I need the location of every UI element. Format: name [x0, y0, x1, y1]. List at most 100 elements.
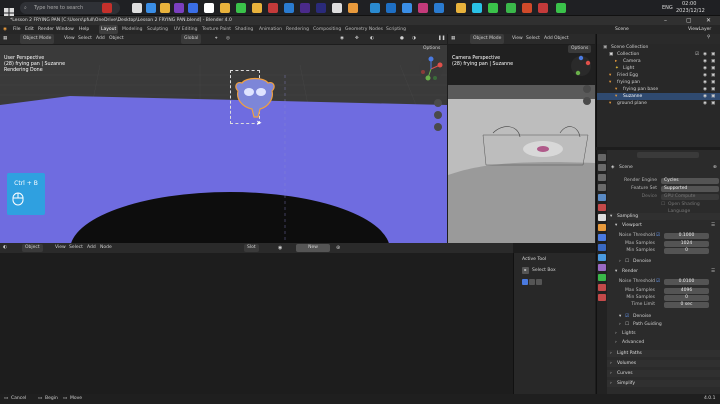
- menu-view[interactable]: View: [512, 34, 523, 44]
- windows-start-icon[interactable]: [4, 3, 14, 18]
- material-tab-icon[interactable]: [598, 284, 606, 291]
- eye-icon[interactable]: ◉: [703, 51, 707, 58]
- navigation-gizmo[interactable]: [570, 55, 592, 77]
- device-dropdown[interactable]: GPU Compute: [661, 193, 719, 200]
- data-tab-icon[interactable]: [598, 274, 606, 281]
- blender-logo-icon[interactable]: ◉: [3, 25, 7, 34]
- taskbar-app-icon[interactable]: [418, 3, 428, 13]
- eye-icon[interactable]: ◉: [703, 100, 707, 107]
- pan-hand-icon[interactable]: [583, 85, 591, 93]
- taskbar-app-icon[interactable]: [102, 3, 112, 13]
- taskbar-app-icon[interactable]: [188, 3, 198, 13]
- overlays-icon[interactable]: ◐: [370, 34, 374, 44]
- maximize-icon[interactable]: ▢: [686, 16, 692, 25]
- curves-section[interactable]: › Curves: [607, 370, 720, 377]
- menu-add[interactable]: Add: [544, 34, 553, 44]
- tool-tab-icon[interactable]: [598, 154, 606, 161]
- outliner-item[interactable]: ▾ frying pan base ◉ ▣: [597, 86, 720, 93]
- camera-view-icon[interactable]: [434, 111, 442, 119]
- vp-noise-threshold-field[interactable]: 0.1000: [664, 232, 709, 239]
- vp-denoise-section[interactable]: › ☐ Denoise: [607, 258, 720, 265]
- editor-type-icon[interactable]: ▦: [451, 34, 455, 44]
- select-mode-extend-icon[interactable]: [529, 279, 535, 285]
- outliner-item[interactable]: ▣ Collection ☑ ◉ ▣: [597, 51, 720, 58]
- simplify-section[interactable]: › Simplify: [607, 380, 720, 387]
- viewport-right[interactable]: Camera Perspective (28) frying pan | Suz…: [448, 45, 595, 243]
- eye-icon[interactable]: ◉: [703, 65, 707, 72]
- tab-rendering[interactable]: Rendering: [284, 25, 311, 34]
- viewport-left[interactable]: User Perspective (28) frying pan | Suzan…: [0, 45, 447, 243]
- render-engine-dropdown[interactable]: Cycles: [661, 177, 719, 184]
- pin-icon[interactable]: ⊛: [713, 164, 717, 171]
- menu-view[interactable]: View: [64, 34, 75, 44]
- tab-texture-paint[interactable]: Texture Paint: [200, 25, 233, 34]
- menu-render[interactable]: Render: [38, 25, 54, 34]
- world-tab-icon[interactable]: [598, 204, 606, 211]
- lights-section[interactable]: › Lights: [607, 330, 720, 337]
- pin-icon[interactable]: ⊛: [336, 243, 340, 253]
- tab-shading[interactable]: Shading: [233, 25, 255, 34]
- taskbar-app-icon[interactable]: [300, 3, 310, 13]
- taskbar-app-icon[interactable]: [332, 3, 342, 13]
- camera-view-icon[interactable]: [583, 97, 591, 105]
- object-mode-dropdown[interactable]: Object Mode: [20, 34, 55, 44]
- volumes-section[interactable]: › Volumes: [607, 360, 720, 367]
- slot-dropdown[interactable]: Slot: [244, 244, 259, 252]
- navigation-gizmo[interactable]: [418, 56, 444, 82]
- eye-icon[interactable]: ◉: [703, 58, 707, 65]
- r-max-samples-field[interactable]: 4096: [664, 287, 709, 294]
- r-noise-threshold-field[interactable]: 0.0100: [664, 278, 709, 285]
- eye-icon[interactable]: ◉: [703, 72, 707, 79]
- render-subsection[interactable]: ▾ Render ☰: [607, 268, 720, 275]
- eye-icon[interactable]: ◉: [703, 86, 707, 93]
- noise-threshold-checkbox[interactable]: ☑: [656, 232, 660, 239]
- r-min-samples-field[interactable]: 0: [664, 294, 709, 301]
- scene-tab-icon[interactable]: [598, 194, 606, 201]
- taskbar-app-icon[interactable]: [488, 3, 498, 13]
- taskbar-app-icon[interactable]: [268, 3, 278, 13]
- menu-add[interactable]: Add: [96, 34, 105, 44]
- menu-edit[interactable]: Edit: [25, 25, 34, 34]
- menu-file[interactable]: File: [13, 25, 21, 34]
- select-mode-new-icon[interactable]: [522, 279, 528, 285]
- taskbar-app-icon[interactable]: [204, 3, 214, 13]
- material-icon[interactable]: ◉: [278, 243, 282, 253]
- menu-help[interactable]: Help: [79, 25, 89, 34]
- minimize-icon[interactable]: –: [664, 16, 667, 25]
- vp-min-samples-field[interactable]: 0: [664, 247, 709, 254]
- close-icon[interactable]: ✕: [706, 16, 711, 25]
- sampling-section[interactable]: ▾ Sampling: [607, 213, 720, 220]
- physics-tab-icon[interactable]: [598, 254, 606, 261]
- menu-view[interactable]: View: [55, 243, 66, 253]
- taskbar-app-icon[interactable]: [220, 3, 230, 13]
- taskbar-app-icon[interactable]: [174, 3, 184, 13]
- taskbar-app-icon[interactable]: [456, 3, 466, 13]
- outliner-item[interactable]: ▾ frying pan ◉ ▣: [597, 79, 720, 86]
- advanced-section[interactable]: › Advanced: [607, 339, 720, 346]
- menu-add[interactable]: Add: [87, 243, 96, 253]
- taskbar-app-icon[interactable]: [506, 3, 516, 13]
- camera-render-icon[interactable]: ▣: [711, 79, 715, 86]
- taskbar-app-icon[interactable]: [538, 3, 548, 13]
- list-icon[interactable]: ☰: [711, 268, 715, 275]
- outliner-item-selected[interactable]: ▾ Suzanne ◉ ▣: [597, 93, 720, 100]
- outliner-item[interactable]: ▾ ground plane ◉ ▣: [597, 100, 720, 107]
- viewport-subsection[interactable]: ▾ Viewport ☰: [607, 222, 720, 229]
- shading-render-icon[interactable]: ◑: [412, 34, 416, 44]
- collection-tab-icon[interactable]: [598, 214, 606, 221]
- menu-window[interactable]: Window: [56, 25, 74, 34]
- taskbar-app-icon[interactable]: [160, 3, 170, 13]
- scene-selector[interactable]: Scene: [615, 25, 629, 34]
- taskbar-app-icon[interactable]: [556, 3, 566, 13]
- light-paths-section[interactable]: › Light Paths: [607, 350, 720, 357]
- tab-compositing[interactable]: Compositing: [311, 25, 343, 34]
- camera-render-icon[interactable]: ▣: [711, 65, 715, 72]
- gizmo-icon[interactable]: ✥: [355, 34, 359, 44]
- editor-type-icon[interactable]: ◐: [3, 243, 7, 253]
- taskbar-app-icon[interactable]: [348, 3, 358, 13]
- checkbox-icon[interactable]: ☑: [695, 51, 699, 58]
- path-guiding-checkbox[interactable]: ☐: [625, 321, 629, 328]
- snap-icon[interactable]: ⌖: [215, 34, 218, 44]
- noise-threshold-checkbox[interactable]: ☑: [656, 278, 660, 285]
- transform-orientation-dropdown[interactable]: Global: [181, 34, 202, 44]
